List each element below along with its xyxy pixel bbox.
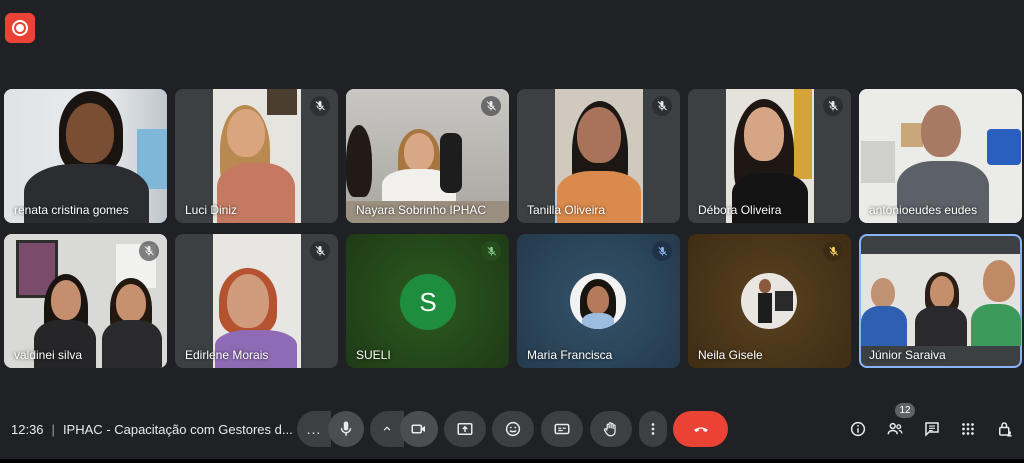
chat-icon <box>925 422 939 437</box>
control-bar: 12:36 | IPHAC - Capacitação com Gestores d… <box>0 408 1024 448</box>
meeting-time: 12:36 <box>11 422 44 437</box>
captions-button[interactable] <box>541 411 583 447</box>
videocam-icon <box>411 424 425 434</box>
participant-name: Nayara Sobrinho IPHAC <box>356 203 487 217</box>
camera-button[interactable] <box>400 411 438 447</box>
present-to-all-icon <box>457 423 473 435</box>
avatar <box>741 273 797 329</box>
participant-name: Neila Gisele <box>698 348 763 362</box>
mic-off-icon <box>481 96 501 116</box>
participant-tile[interactable]: antonioeudes eudes <box>859 89 1022 223</box>
participant-tile[interactable]: S SUELI <box>346 234 509 368</box>
raise-hand-button[interactable] <box>590 411 632 447</box>
people-button[interactable] <box>883 417 907 441</box>
hand-icon <box>603 422 616 437</box>
microphone-button[interactable] <box>328 411 364 447</box>
participants-count-badge: 12 <box>895 403 915 418</box>
participant-grid: renata cristina gomes Luci Diniz Nayara … <box>4 89 1022 368</box>
leave-call-button[interactable] <box>673 411 728 447</box>
participant-tile[interactable]: Nayara Sobrinho IPHAC <box>346 89 509 223</box>
more-horiz-icon: ... <box>306 421 322 437</box>
mic-off-icon <box>310 96 330 116</box>
participant-tile[interactable]: renata cristina gomes <box>4 89 167 223</box>
participant-name: Maria Francisca <box>527 348 613 362</box>
lock-person-icon <box>999 422 1012 437</box>
meeting-details-button[interactable] <box>846 417 870 441</box>
participant-name: SUELI <box>356 348 391 362</box>
host-controls-button[interactable] <box>993 417 1017 441</box>
avatar <box>570 273 626 329</box>
chat-button[interactable] <box>920 417 944 441</box>
recording-indicator[interactable] <box>5 13 35 43</box>
mic-off-icon <box>652 241 672 261</box>
more-audio-options-button[interactable]: ... <box>297 411 331 447</box>
mic-off-icon <box>823 96 843 116</box>
mic-off-icon <box>481 241 501 261</box>
emoji-icon <box>505 421 521 437</box>
participant-tile[interactable]: valdinei silva <box>4 234 167 368</box>
record-icon <box>12 20 28 36</box>
participant-name: Tanilla Oliveira <box>527 203 606 217</box>
people-icon <box>887 422 903 435</box>
mic-off-icon <box>310 241 330 261</box>
call-end-icon <box>693 427 708 432</box>
info-icon <box>850 421 866 437</box>
mic-off-icon <box>823 241 843 261</box>
more-vert-icon <box>651 423 655 435</box>
chevron-up-icon <box>383 426 391 431</box>
closed-caption-icon <box>554 423 570 435</box>
participant-name: valdinei silva <box>14 348 83 362</box>
participant-tile[interactable]: Neila Gisele <box>688 234 851 368</box>
participant-tile[interactable]: Maria Francisca <box>517 234 680 368</box>
participant-tile[interactable]: Débora Oliveira <box>688 89 851 223</box>
participant-name: renata cristina gomes <box>14 203 129 217</box>
activities-button[interactable] <box>956 417 980 441</box>
participant-tile[interactable]: Luci Diniz <box>175 89 338 223</box>
video-options-button[interactable] <box>370 411 404 447</box>
reactions-button[interactable] <box>492 411 534 447</box>
participant-name: Edirlene Morais <box>185 348 269 362</box>
window-bottom-edge <box>0 459 1024 463</box>
participant-tile[interactable]: Tanilla Oliveira <box>517 89 680 223</box>
avatar: S <box>400 274 456 330</box>
mic-off-icon <box>652 96 672 116</box>
participant-tile[interactable]: Júnior Saraiva <box>859 234 1022 368</box>
participant-name: Luci Diniz <box>185 203 238 217</box>
meeting-title: IPHAC - Capacitação com Gestores d... <box>62 422 293 437</box>
participant-name: antonioeudes eudes <box>869 203 978 217</box>
present-screen-button[interactable] <box>444 411 486 447</box>
participant-tile[interactable]: Edirlene Morais <box>175 234 338 368</box>
participant-name: Débora Oliveira <box>698 203 782 217</box>
apps-icon <box>962 423 974 435</box>
mic-icon <box>340 421 352 436</box>
more-options-button[interactable] <box>639 411 667 447</box>
participant-name: Júnior Saraiva <box>869 348 946 362</box>
mic-off-icon <box>139 241 159 261</box>
meeting-info: 12:36 | IPHAC - Capacitação com Gestores d… <box>11 422 293 437</box>
